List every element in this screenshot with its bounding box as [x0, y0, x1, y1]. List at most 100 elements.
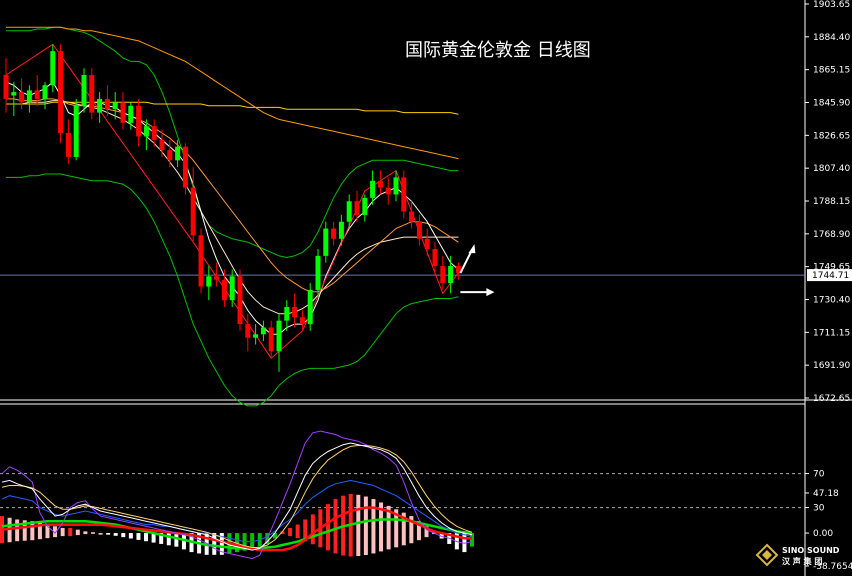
- candle-body: [221, 279, 227, 301]
- candle-body: [182, 146, 188, 188]
- y-tick-label: 1845.90: [813, 99, 850, 109]
- candle-body: [206, 276, 212, 287]
- osc-y-tick-label: 70: [813, 470, 825, 480]
- candle-body: [198, 235, 204, 287]
- y-tick-label: 1865.15: [813, 66, 850, 76]
- candle-body: [393, 177, 399, 195]
- candle-body: [323, 228, 329, 256]
- y-tick-label: 1903.65: [813, 0, 850, 10]
- candle-body: [440, 266, 446, 284]
- y-tick-label: 1826.65: [813, 131, 850, 141]
- candle-body: [128, 105, 134, 123]
- osc-histogram-bar: [325, 504, 330, 551]
- candle-body: [58, 51, 64, 134]
- osc-histogram-bar: [356, 494, 361, 557]
- candle-body: [151, 126, 157, 140]
- osc-histogram-bar: [60, 527, 65, 537]
- candle-body: [89, 75, 95, 113]
- osc-histogram-bar: [106, 533, 111, 535]
- osc-histogram-bar: [75, 529, 80, 536]
- osc-histogram-bar: [68, 527, 73, 537]
- candle-body: [42, 85, 48, 99]
- osc-y-tick-label: 0.00: [813, 529, 833, 539]
- candle-body: [159, 139, 165, 151]
- candle-body: [354, 201, 360, 215]
- candle-body: [120, 102, 126, 123]
- current-price-label: 1744.71: [812, 271, 849, 281]
- y-tick-label: 1691.90: [813, 361, 850, 371]
- candle-body: [416, 221, 422, 239]
- osc-histogram-bar: [136, 533, 141, 540]
- candle-body: [338, 221, 344, 239]
- candle-body: [409, 211, 415, 222]
- candle-body: [292, 307, 298, 318]
- candle-body: [299, 317, 305, 325]
- candle-body: [65, 133, 71, 157]
- candle-body: [432, 249, 438, 267]
- osc-histogram-bar: [288, 527, 293, 537]
- y-tick-label: 1788.15: [813, 197, 850, 207]
- candle-body: [331, 228, 337, 239]
- candle-body: [268, 327, 274, 352]
- candle-body: [245, 324, 251, 338]
- osc-histogram-bar: [144, 533, 149, 542]
- candle-body: [19, 92, 25, 103]
- osc-histogram-bar: [121, 533, 126, 538]
- candle-body: [73, 105, 79, 157]
- osc-histogram-bar: [90, 532, 95, 534]
- candle-body: [401, 177, 407, 212]
- y-tick-label: 1768.90: [813, 230, 850, 240]
- logo-name: SINO SOUND: [782, 546, 840, 555]
- candle-body: [237, 276, 243, 325]
- osc-histogram-bar: [470, 533, 474, 547]
- candle-body: [362, 197, 368, 215]
- osc-y-tick-label: 47.18: [813, 489, 839, 499]
- osc-histogram-bar: [310, 514, 315, 545]
- candle-body: [167, 150, 173, 161]
- y-tick-label: 1807.40: [813, 164, 850, 174]
- y-tick-label: 1711.15: [813, 328, 850, 338]
- candle-body: [377, 180, 383, 188]
- candle-body: [81, 75, 87, 106]
- candle-body: [346, 201, 352, 222]
- osc-histogram-bar: [113, 533, 118, 536]
- osc-y-tick-label: 30: [813, 504, 825, 514]
- candle-body: [34, 90, 40, 99]
- candle-body: [315, 255, 321, 290]
- candle-body: [260, 327, 266, 335]
- candle-body: [229, 276, 235, 301]
- candle-body: [97, 98, 103, 113]
- candle-body: [448, 266, 454, 284]
- osc-histogram-bar: [83, 531, 88, 535]
- osc-histogram-bar: [128, 533, 133, 539]
- candle-body: [284, 307, 290, 321]
- osc-histogram-bar: [98, 533, 103, 535]
- candle-body: [50, 51, 56, 86]
- candle-body: [214, 276, 220, 280]
- candle-body: [424, 238, 430, 250]
- chart-title: 国际黄金伦敦金 日线图: [405, 40, 591, 61]
- candle-body: [370, 180, 376, 198]
- osc-histogram-bar: [212, 533, 217, 555]
- candle-body: [136, 105, 142, 137]
- candle-body: [104, 98, 110, 110]
- osc-histogram-bar: [15, 519, 20, 542]
- logo-subtitle: 汉 声 集 团: [782, 556, 822, 566]
- chart-background: [0, 0, 852, 576]
- candle-body: [11, 92, 17, 96]
- candle-body: [26, 90, 32, 103]
- candle-body: [276, 320, 282, 352]
- y-tick-label: 1884.40: [813, 33, 850, 43]
- osc-histogram-bar: [174, 533, 179, 547]
- candle-body: [143, 126, 149, 137]
- candle-body: [190, 187, 196, 236]
- candle-body: [307, 289, 313, 325]
- candle-body: [385, 187, 391, 195]
- osc-histogram-bar: [363, 496, 368, 555]
- candle-body: [175, 146, 181, 161]
- osc-histogram-bar: [166, 533, 171, 546]
- y-tick-label: 1730.40: [813, 296, 850, 306]
- osc-histogram-bar: [295, 524, 300, 539]
- chart-canvas: 1903.65 1884.40 1865.15 1845.90 1826.65 1807.…: [0, 0, 852, 576]
- y-tick-label: 1672.65: [813, 394, 850, 404]
